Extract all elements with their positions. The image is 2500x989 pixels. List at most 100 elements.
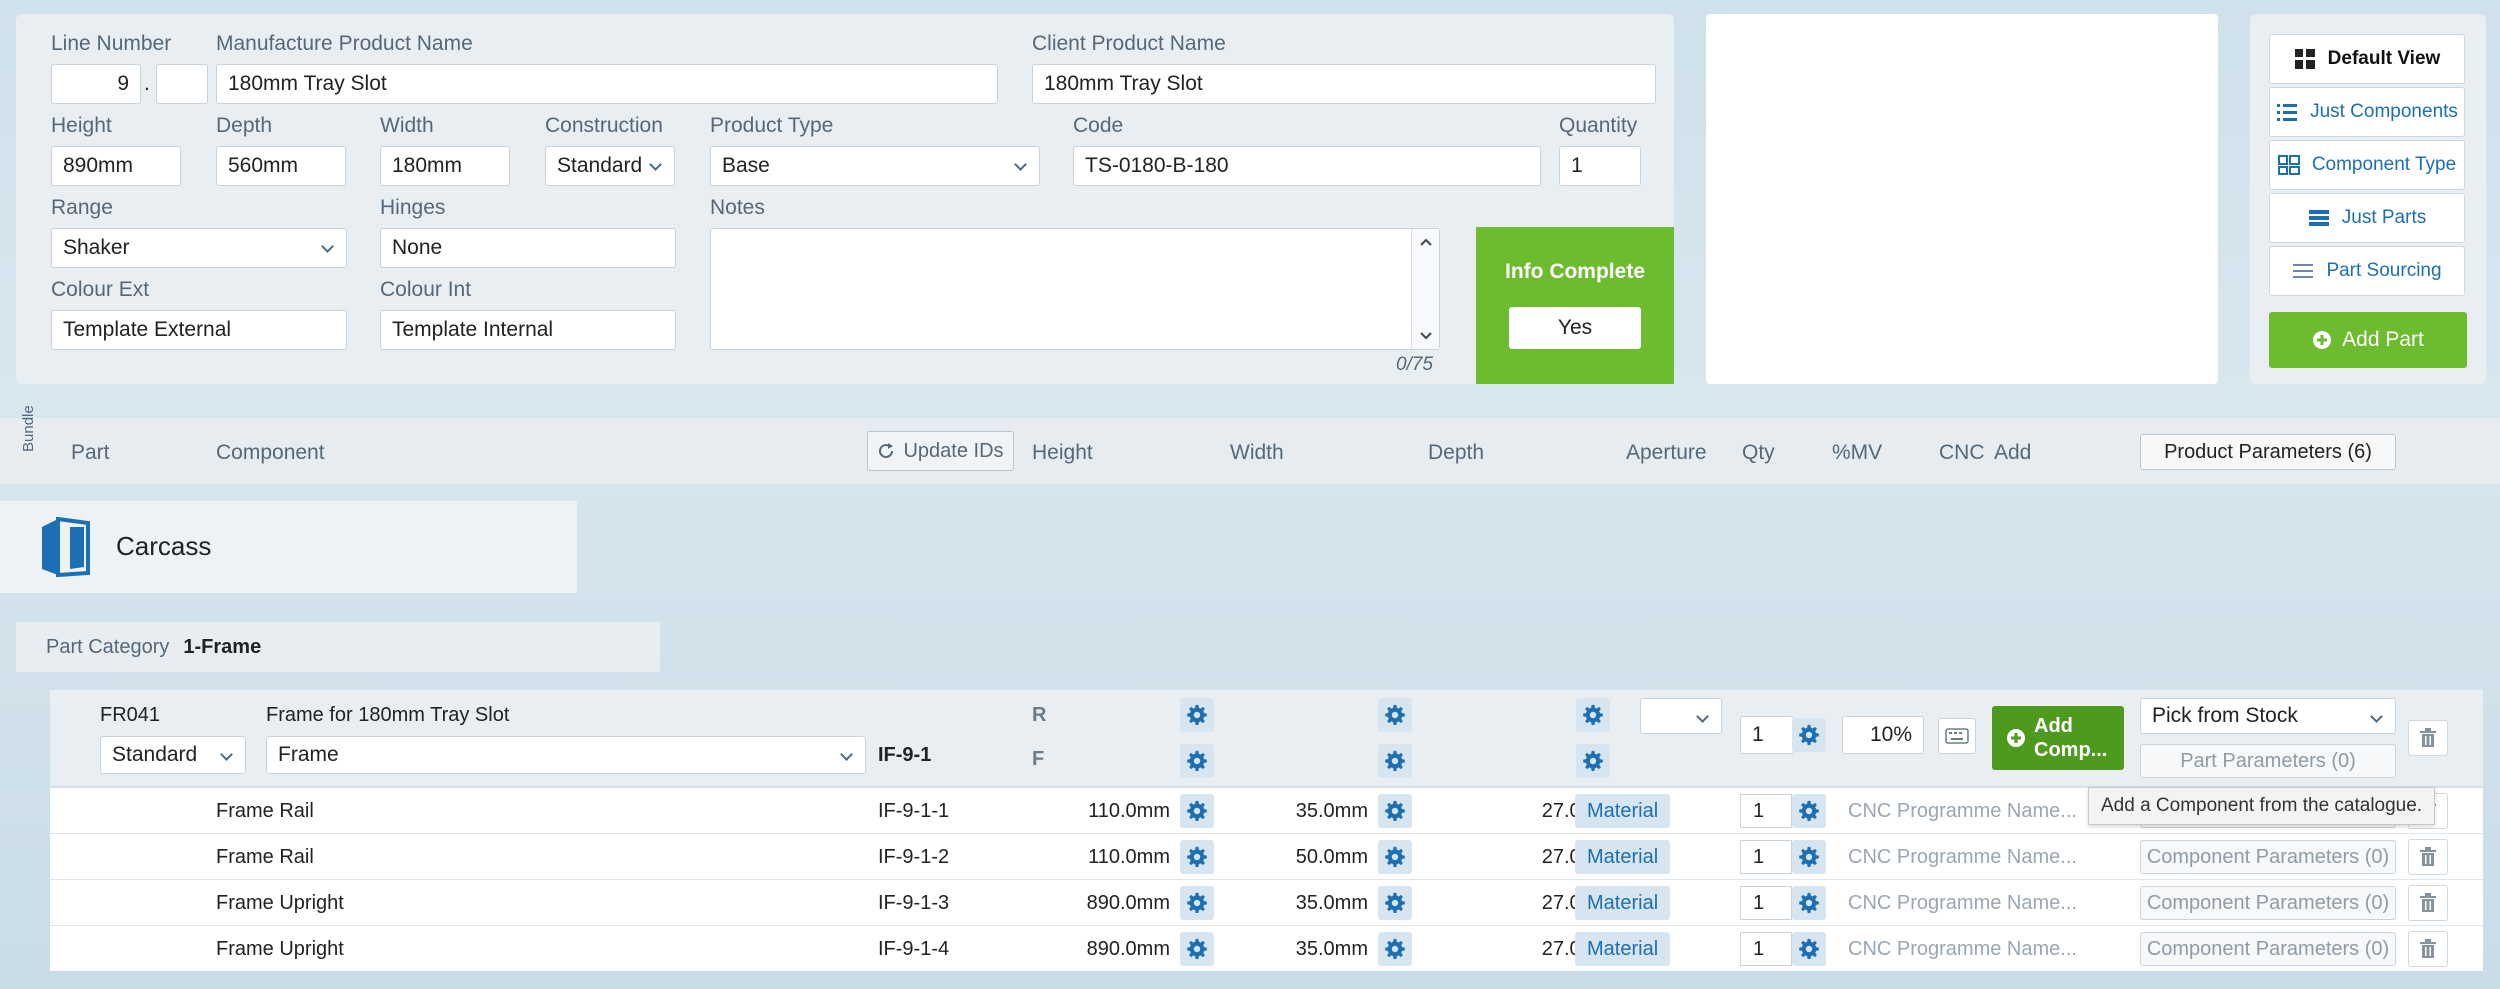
add-header: Add: [1994, 441, 2032, 464]
mfr-name-field[interactable]: 180mm Tray Slot: [216, 64, 998, 104]
part-code: FR041: [100, 704, 161, 726]
just-parts-label: Just Parts: [2341, 207, 2427, 228]
aperture-select[interactable]: [1640, 698, 1722, 734]
width-label: Width: [380, 114, 434, 137]
table-icon: [2277, 155, 2300, 175]
client-name-field[interactable]: 180mm Tray Slot: [1032, 64, 1656, 104]
width-field[interactable]: 180mm: [380, 146, 510, 186]
component-qty-settings-button[interactable]: [1792, 794, 1826, 828]
component-qty-field[interactable]: 1: [1740, 794, 1792, 828]
part-category-bar[interactable]: Part Category 1-Frame: [16, 622, 660, 672]
component-qty-field[interactable]: 1: [1740, 840, 1792, 874]
component-parameters-button[interactable]: Component Parameters (0): [2140, 932, 2396, 966]
just-parts-button[interactable]: Just Parts: [2269, 193, 2465, 243]
depth-r-settings-button[interactable]: [1576, 698, 1610, 732]
part-parameters-button[interactable]: Part Parameters (0): [2140, 744, 2396, 778]
scroll-up-icon[interactable]: [1419, 237, 1433, 247]
line-number-field[interactable]: 9: [51, 64, 141, 104]
part-construction-select[interactable]: Standard: [100, 736, 246, 774]
update-ids-button[interactable]: Update IDs: [867, 431, 1014, 471]
hinges-field[interactable]: None: [380, 228, 676, 268]
component-qty-field[interactable]: 1: [1740, 932, 1792, 966]
component-width-settings-button[interactable]: [1378, 886, 1412, 920]
component-width-settings-button[interactable]: [1378, 932, 1412, 966]
width-r-settings-button[interactable]: [1378, 698, 1412, 732]
component-qty-settings-button[interactable]: [1792, 886, 1826, 920]
part-row: FR041 Frame for 180mm Tray Slot Standard…: [50, 690, 2483, 786]
height-r-settings-button[interactable]: [1180, 698, 1214, 732]
height-header: Height: [1032, 441, 1093, 464]
component-width-settings-button[interactable]: [1378, 840, 1412, 874]
cnc-programme-input[interactable]: CNC Programme Name...: [1848, 834, 2077, 880]
delete-part-button[interactable]: [2408, 720, 2448, 756]
construction-select[interactable]: Standard: [545, 146, 675, 186]
material-button[interactable]: Material: [1575, 794, 1671, 828]
component-qty-settings-button[interactable]: [1792, 932, 1826, 966]
qty-settings-button[interactable]: [1792, 718, 1826, 752]
component-parameters-button[interactable]: Component Parameters (0): [2140, 886, 2396, 920]
component-type-button[interactable]: Component Type: [2269, 140, 2465, 190]
material-button[interactable]: Material: [1575, 886, 1671, 920]
bundle-header: Bundle: [20, 405, 37, 452]
material-button[interactable]: Material: [1575, 840, 1671, 874]
add-part-button[interactable]: Add Part: [2269, 312, 2467, 368]
cnc-programme-input[interactable]: CNC Programme Name...: [1848, 880, 2077, 926]
delete-component-button[interactable]: [2408, 885, 2448, 921]
component-width-settings-button[interactable]: [1378, 794, 1412, 828]
scroll-down-icon[interactable]: [1419, 331, 1433, 341]
component-name: Frame Rail: [216, 799, 314, 822]
product-parameters-button[interactable]: Product Parameters (6): [2140, 434, 2396, 470]
material-button[interactable]: Material: [1575, 932, 1671, 966]
component-qty-settings-button[interactable]: [1792, 840, 1826, 874]
component-height-settings-button[interactable]: [1180, 794, 1214, 828]
product-preview: [1706, 14, 2218, 384]
notes-scrollbar[interactable]: [1411, 229, 1439, 349]
part-header: Part: [71, 441, 110, 464]
quantity-field[interactable]: 1: [1559, 146, 1641, 186]
component-row: Frame RailIF-9-1-2110.0mm50.0mm27.0mmMat…: [50, 833, 2483, 879]
component-parameters-button[interactable]: Component Parameters (0): [2140, 840, 2396, 874]
default-view-button[interactable]: Default View: [2269, 34, 2465, 84]
cnc-programme-input[interactable]: CNC Programme Name...: [1848, 788, 2077, 834]
product-type-select[interactable]: Base: [710, 146, 1040, 186]
plus-circle-icon: [2007, 729, 2025, 747]
component-height-settings-button[interactable]: [1180, 886, 1214, 920]
info-complete-yes-button[interactable]: Yes: [1509, 307, 1641, 349]
line-sub-field[interactable]: [156, 64, 208, 104]
component-qty-field[interactable]: 1: [1740, 886, 1792, 920]
component-name: Frame Rail: [216, 845, 314, 868]
sourcing-select[interactable]: Pick from Stock: [2140, 698, 2396, 734]
component-height-settings-button[interactable]: [1180, 932, 1214, 966]
mv-field[interactable]: 10%: [1842, 716, 1924, 754]
refresh-icon: [879, 443, 894, 458]
width-f-settings-button[interactable]: [1378, 744, 1412, 778]
just-components-button[interactable]: Just Components: [2269, 87, 2465, 137]
f-label: F: [1032, 748, 1045, 770]
component-height: 110.0mm: [1088, 845, 1170, 868]
code-field[interactable]: TS-0180-B-180: [1073, 146, 1541, 186]
part-type-select[interactable]: Frame: [266, 736, 866, 774]
depth-f-settings-button[interactable]: [1576, 744, 1610, 778]
carcass-section-header[interactable]: Carcass: [0, 501, 577, 593]
colour-ext-label: Colour Ext: [51, 278, 150, 301]
colour-int-field[interactable]: Template Internal: [380, 310, 676, 350]
add-component-button[interactable]: Add Comp...: [1992, 706, 2124, 770]
colour-ext-field[interactable]: Template External: [51, 310, 347, 350]
range-select[interactable]: Shaker: [51, 228, 347, 268]
height-field[interactable]: 890mm: [51, 146, 181, 186]
just-components-label: Just Components: [2310, 101, 2458, 122]
delete-component-button[interactable]: [2408, 839, 2448, 875]
add-component-label: Add Comp...: [2034, 715, 2108, 761]
notes-textarea[interactable]: [710, 228, 1440, 350]
cnc-keyboard-button[interactable]: [1938, 718, 1976, 754]
height-f-settings-button[interactable]: [1180, 744, 1214, 778]
cnc-programme-input[interactable]: CNC Programme Name...: [1848, 926, 2077, 972]
trash-icon: [2420, 847, 2436, 866]
aperture-header: Aperture: [1626, 441, 1707, 464]
part-sourcing-button[interactable]: Part Sourcing: [2269, 246, 2465, 296]
part-qty-field[interactable]: 1: [1740, 716, 1794, 754]
component-height-settings-button[interactable]: [1180, 840, 1214, 874]
depth-field[interactable]: 560mm: [216, 146, 346, 186]
cnc-header: CNC: [1939, 441, 1985, 464]
delete-component-button[interactable]: [2408, 931, 2448, 967]
